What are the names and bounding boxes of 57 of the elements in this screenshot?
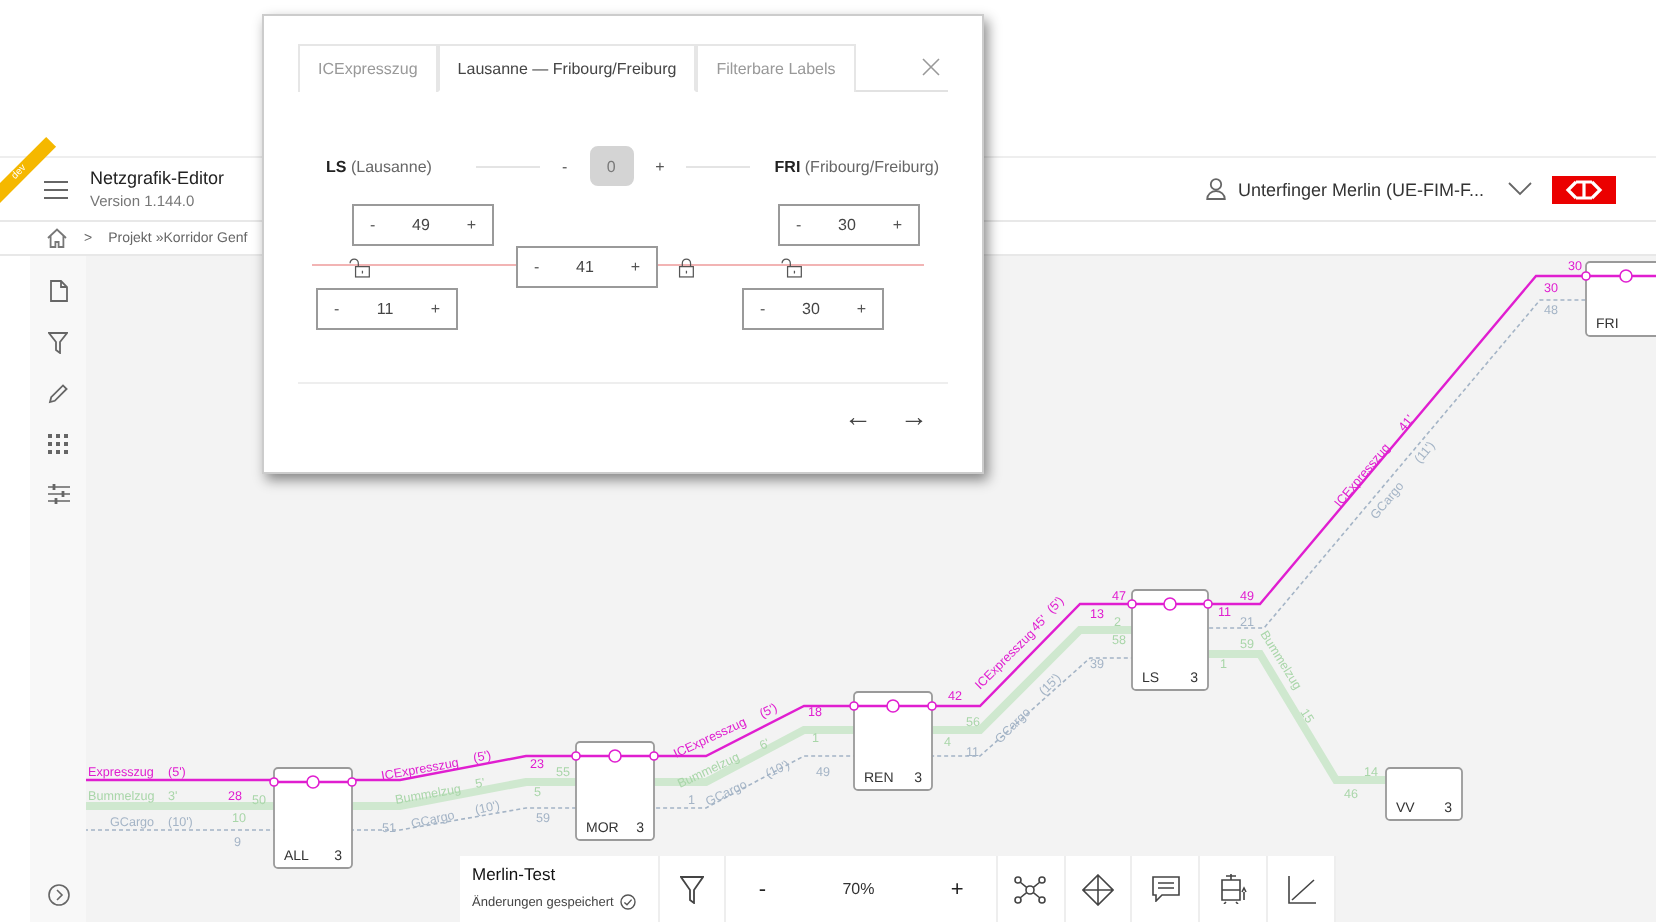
plus-button[interactable]: + bbox=[430, 300, 440, 318]
plus-button[interactable]: + bbox=[630, 258, 640, 276]
sliders-icon[interactable] bbox=[47, 484, 69, 504]
filter-icon[interactable] bbox=[48, 332, 68, 354]
grid-icon[interactable] bbox=[48, 434, 68, 454]
comment-icon bbox=[1151, 876, 1180, 902]
project-title: Merlin-Test bbox=[472, 864, 558, 884]
plus-button[interactable]: + bbox=[892, 216, 902, 234]
nodes-icon bbox=[1014, 875, 1047, 903]
zoom-level: 70% bbox=[842, 880, 875, 898]
document-icon[interactable] bbox=[49, 280, 67, 302]
port-markers-drawing bbox=[1127, 597, 1213, 611]
home-icon[interactable] bbox=[46, 228, 68, 248]
zoom-out-button[interactable]: - bbox=[750, 877, 775, 901]
user-icon bbox=[1205, 178, 1226, 200]
lock-icon[interactable] bbox=[348, 253, 370, 281]
time-value: 30 bbox=[838, 216, 856, 234]
plus-button[interactable]: + bbox=[466, 216, 476, 234]
expand-icon[interactable] bbox=[47, 884, 69, 906]
train-icon bbox=[1217, 874, 1250, 904]
pencil-icon[interactable] bbox=[48, 384, 68, 404]
chevron-down-icon[interactable] bbox=[1508, 182, 1532, 196]
station-label: LS (Lausanne) bbox=[326, 157, 432, 175]
time-value: 30 bbox=[802, 300, 820, 318]
forward-button[interactable]: → bbox=[900, 400, 928, 432]
time-value: 41 bbox=[576, 258, 594, 276]
plus-button[interactable]: + bbox=[856, 300, 866, 318]
check-circle-icon bbox=[619, 894, 636, 910]
time-stepper[interactable]: - 41 + bbox=[516, 246, 658, 288]
lock-icon[interactable] bbox=[780, 253, 802, 281]
station-node[interactable] bbox=[273, 767, 353, 869]
port-markers-drawing bbox=[571, 749, 659, 763]
station-node[interactable] bbox=[1131, 589, 1209, 691]
station-label: FRI (Fribourg/Freiburg) bbox=[774, 157, 940, 175]
zoom-in-button[interactable]: + bbox=[942, 877, 972, 901]
menu-icon[interactable] bbox=[44, 179, 68, 199]
station-node[interactable] bbox=[1585, 261, 1656, 337]
time-stepper[interactable]: - 30 + bbox=[778, 204, 920, 246]
time-value: 49 bbox=[412, 216, 430, 234]
close-icon[interactable] bbox=[922, 58, 940, 76]
app-title: Netzgrafik-Editor bbox=[90, 168, 225, 188]
station-node[interactable] bbox=[1385, 767, 1463, 821]
station-node[interactable] bbox=[575, 741, 655, 841]
line-chart-icon bbox=[1287, 875, 1316, 903]
port-markers-drawing bbox=[849, 699, 937, 713]
time-value: 11 bbox=[376, 300, 394, 318]
station-node[interactable] bbox=[853, 691, 933, 791]
tab[interactable]: Lausanne — Fribourg/Freiburg bbox=[437, 44, 697, 92]
filter-icon bbox=[679, 875, 704, 903]
time-stepper[interactable]: - 11 + bbox=[316, 288, 458, 330]
time-stepper[interactable]: - 49 + bbox=[352, 204, 494, 246]
logo-icon bbox=[1552, 175, 1616, 203]
back-button[interactable]: ← bbox=[844, 400, 872, 432]
port-markers-drawing bbox=[269, 775, 357, 789]
user-name[interactable]: Unterfinger Merlin (UE-FIM-F... bbox=[1237, 179, 1484, 199]
move-icon bbox=[1082, 873, 1115, 905]
time-stepper[interactable]: - 30 + bbox=[742, 288, 884, 330]
